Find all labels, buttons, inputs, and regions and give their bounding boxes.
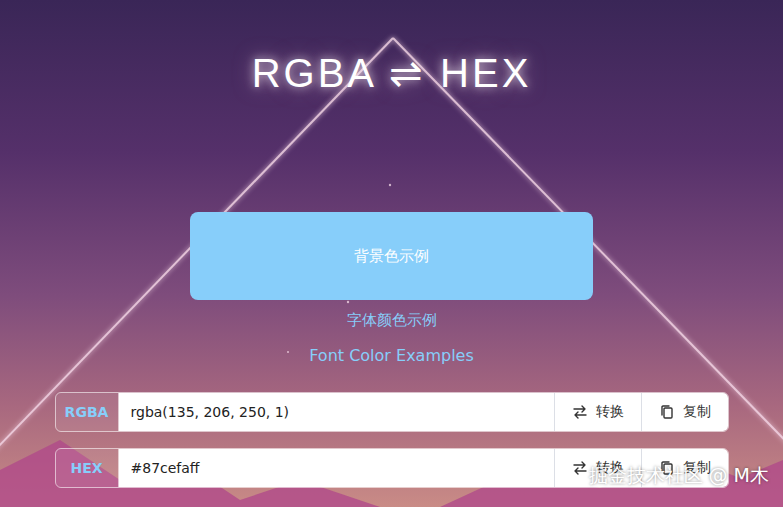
watermark: 掘金技术社区 @ M木 bbox=[589, 463, 769, 489]
triangle-lines bbox=[0, 38, 783, 507]
title: RGBA ⇌ HEX bbox=[252, 48, 532, 98]
color-input[interactable] bbox=[119, 449, 554, 487]
page: RGBA ⇌ HEX 背景色示例字体颜色示例 Font Color Examples… bbox=[0, 0, 783, 507]
row-button[interactable]: 转换 bbox=[554, 393, 641, 431]
row-label: RGBA bbox=[56, 393, 119, 431]
copy-icon bbox=[659, 404, 675, 420]
swap-icon bbox=[572, 460, 588, 476]
converter-row: RGBA 转换 复制 bbox=[55, 392, 729, 432]
content: RGBA ⇌ HEX 背景色示例字体颜色示例 Font Color Examples… bbox=[0, 0, 783, 488]
color-input[interactable] bbox=[119, 393, 554, 431]
button-label: 复制 bbox=[683, 403, 711, 421]
font-color-sample-en: Font Color Examples bbox=[309, 346, 474, 366]
row-label: HEX bbox=[56, 449, 119, 487]
row-button[interactable]: 复制 bbox=[641, 393, 728, 431]
background-color-sample: 背景色示例 bbox=[190, 212, 593, 300]
font-color-sample: 字体颜色示例 bbox=[347, 310, 437, 330]
button-label: 转换 bbox=[596, 403, 624, 421]
mountains bbox=[0, 440, 783, 507]
swap-icon bbox=[572, 404, 588, 420]
